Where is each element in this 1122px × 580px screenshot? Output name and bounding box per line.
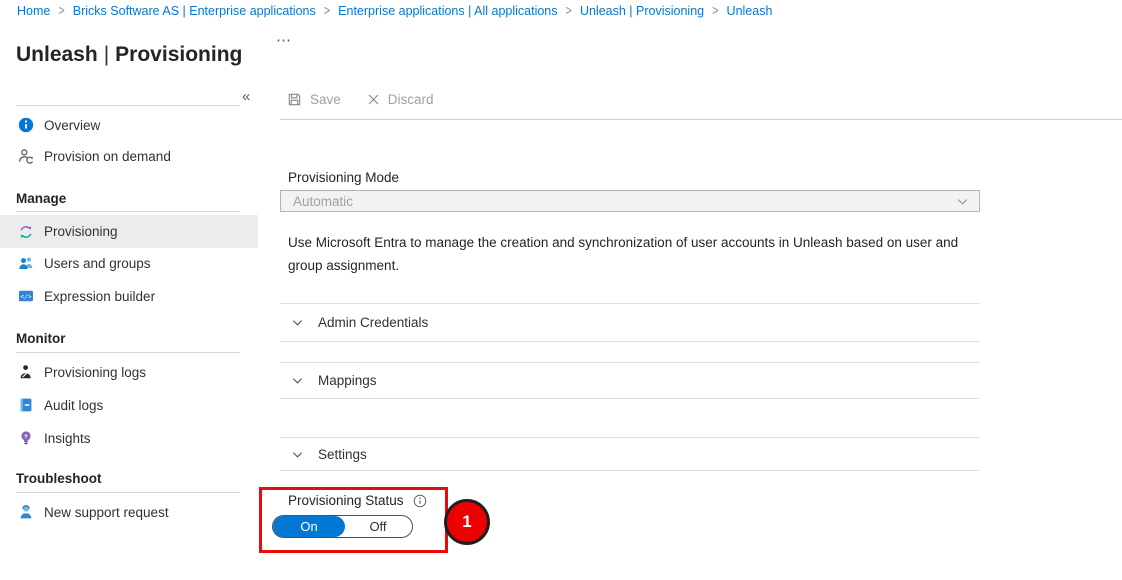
- sync-circle-icon: [18, 224, 34, 240]
- annotation-step-number: 1: [462, 512, 471, 532]
- people-icon: [18, 255, 34, 271]
- breadcrumb-unleash[interactable]: Unleash: [727, 4, 773, 18]
- breadcrumb-unleash-provisioning[interactable]: Unleash | Provisioning: [580, 4, 704, 18]
- chevron-down-icon: [290, 373, 305, 388]
- section-admin-credentials[interactable]: Admin Credentials: [280, 303, 980, 342]
- person-sync-icon: [18, 148, 34, 164]
- chevron-down-icon: [290, 315, 305, 330]
- breadcrumb-separator: >: [58, 4, 64, 19]
- provisioning-mode-value: Automatic: [281, 194, 955, 209]
- save-icon: [287, 92, 302, 107]
- discard-button[interactable]: Discard: [367, 92, 434, 107]
- save-button[interactable]: Save: [287, 92, 341, 107]
- sidebar-collapse-icon[interactable]: «: [242, 88, 250, 105]
- close-icon: [367, 93, 380, 106]
- annotation-step-badge: 1: [444, 499, 490, 545]
- provisioning-mode-description: Use Microsoft Entra to manage the creati…: [288, 231, 988, 277]
- sidebar-item-overview[interactable]: Overview: [0, 110, 258, 140]
- provisioning-status-label: Provisioning Status: [288, 493, 404, 508]
- provisioning-status-toggle[interactable]: On Off: [272, 515, 413, 538]
- sidebar-item-users-and-groups[interactable]: Users and groups: [0, 248, 258, 278]
- section-settings[interactable]: Settings: [280, 437, 980, 471]
- provisioning-mode-label: Provisioning Mode: [288, 170, 399, 185]
- sidebar-group-divider: [16, 492, 240, 493]
- sidebar-item-label: Provision on demand: [44, 149, 171, 164]
- support-person-icon: [18, 504, 34, 520]
- sidebar-item-provision-on-demand[interactable]: Provision on demand: [0, 141, 258, 171]
- chevron-down-icon: [290, 447, 305, 462]
- sidebar-item-provisioning-logs[interactable]: Provisioning logs: [0, 357, 258, 387]
- provisioning-mode-dropdown[interactable]: Automatic: [280, 190, 980, 212]
- sidebar-item-label: Overview: [44, 118, 100, 133]
- more-menu-button[interactable]: ⋯: [276, 31, 293, 49]
- sidebar-item-audit-logs[interactable]: Audit logs: [0, 390, 258, 420]
- sidebar-item-label: Audit logs: [44, 398, 103, 413]
- sidebar-item-expression-builder[interactable]: </> Expression builder: [0, 281, 258, 311]
- section-label: Admin Credentials: [318, 315, 428, 330]
- code-icon: </>: [18, 288, 34, 304]
- sidebar-item-label: New support request: [44, 505, 169, 520]
- sidebar-item-label: Insights: [44, 431, 91, 446]
- section-mappings[interactable]: Mappings: [280, 362, 980, 399]
- discard-label: Discard: [388, 92, 434, 107]
- toggle-off-button[interactable]: Off: [345, 516, 411, 537]
- sidebar-item-label: Provisioning: [44, 224, 118, 239]
- sidebar-item-label: Provisioning logs: [44, 365, 146, 380]
- sidebar-item-label: Users and groups: [44, 256, 151, 271]
- sidebar-group-divider: [16, 211, 240, 212]
- audit-book-icon: [18, 397, 34, 413]
- breadcrumb-separator: >: [712, 4, 718, 19]
- info-circle-icon[interactable]: [413, 494, 427, 508]
- sidebar-group-monitor: Monitor: [16, 331, 66, 346]
- command-bar: Save Discard: [287, 92, 434, 107]
- breadcrumb-separator: >: [324, 4, 330, 19]
- save-label: Save: [310, 92, 341, 107]
- svg-text:</>: </>: [20, 294, 32, 301]
- lightbulb-icon: [18, 430, 34, 446]
- sidebar-item-label: Expression builder: [44, 289, 155, 304]
- page-title: Unleash|Provisioning: [16, 43, 242, 67]
- section-label: Mappings: [318, 373, 377, 388]
- sidebar-top-divider: [16, 105, 240, 106]
- section-label: Settings: [318, 447, 367, 462]
- page-title-blade: Provisioning: [115, 43, 242, 66]
- sidebar-group-divider: [16, 352, 240, 353]
- sidebar-group-manage: Manage: [16, 191, 66, 206]
- sidebar-group-troubleshoot: Troubleshoot: [16, 471, 102, 486]
- chevron-down-icon: [955, 194, 970, 209]
- breadcrumb-enterprise-applications[interactable]: Bricks Software AS | Enterprise applicat…: [73, 4, 316, 18]
- provisioning-status-row: Provisioning Status: [288, 493, 427, 508]
- info-icon: [18, 117, 34, 133]
- toggle-on-button[interactable]: On: [273, 516, 345, 537]
- sidebar-item-insights[interactable]: Insights: [0, 423, 258, 453]
- sidebar-item-new-support-request[interactable]: New support request: [0, 497, 258, 527]
- breadcrumb-separator: >: [566, 4, 572, 19]
- breadcrumb-home[interactable]: Home: [17, 4, 50, 18]
- page-title-separator: |: [98, 43, 115, 66]
- person-log-icon: [18, 364, 34, 380]
- breadcrumb: Home > Bricks Software AS | Enterprise a…: [17, 4, 772, 18]
- sidebar-item-provisioning[interactable]: Provisioning: [0, 215, 258, 248]
- page-title-app: Unleash: [16, 43, 98, 66]
- breadcrumb-all-applications[interactable]: Enterprise applications | All applicatio…: [338, 4, 557, 18]
- toolbar-divider: [280, 119, 1122, 120]
